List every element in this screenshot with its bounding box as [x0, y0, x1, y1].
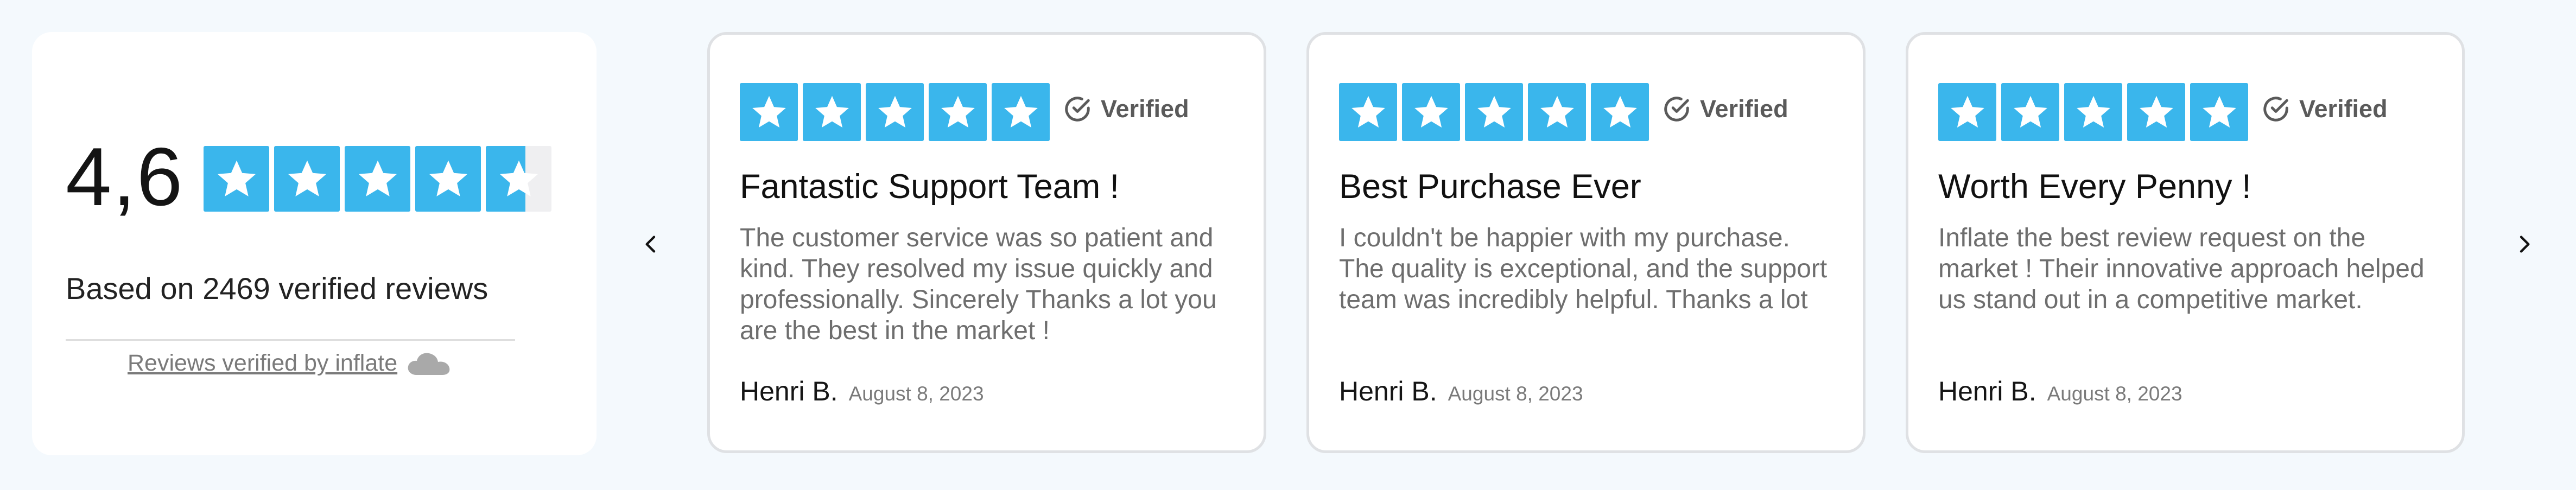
previous-button[interactable] — [635, 228, 668, 260]
verified-label: Verified — [2299, 95, 2388, 123]
star-icon — [204, 146, 269, 212]
star-icon — [1528, 83, 1586, 141]
star-icon — [2001, 83, 2059, 141]
review-author: Henri B. August 8, 2023 — [1938, 376, 2182, 407]
partial-star-icon — [486, 146, 551, 212]
verified-by[interactable]: Reviews verified by inflate — [128, 350, 452, 377]
review-date: August 8, 2023 — [1448, 383, 1583, 405]
review-date: August 8, 2023 — [2047, 383, 2182, 405]
average-score-value: 4,6 — [66, 131, 184, 223]
review-count-text: Based on 2469 verified reviews — [66, 271, 488, 306]
review-date: August 8, 2023 — [848, 383, 984, 405]
verified-by-link[interactable]: Reviews verified by inflate — [128, 350, 397, 377]
divider — [66, 339, 515, 341]
star-icon — [274, 146, 340, 212]
star-icon — [740, 83, 798, 141]
verified-badge: Verified — [1063, 94, 1189, 124]
star-icon — [2127, 83, 2185, 141]
chevron-right-icon — [2520, 236, 2530, 253]
review-stars — [1339, 83, 1649, 141]
star-icon — [992, 83, 1050, 141]
author-name: Henri B. — [1938, 376, 2036, 406]
star-icon — [2064, 83, 2122, 141]
check-circle-icon — [1664, 97, 1689, 122]
review-stars — [1938, 83, 2248, 141]
star-icon — [1402, 83, 1460, 141]
star-icon — [1938, 83, 1996, 141]
star-icon — [929, 83, 987, 141]
cloud-icon — [408, 353, 450, 375]
check-circle-icon — [1065, 97, 1090, 122]
verified-badge: Verified — [2261, 94, 2388, 124]
review-body: The customer service was so patient and … — [740, 224, 1217, 345]
star-icon — [2190, 83, 2248, 141]
review-card: Verified Worth Every Penny ! Inflate the… — [1906, 32, 2465, 453]
verified-label: Verified — [1700, 95, 1788, 123]
star-icon — [415, 146, 481, 212]
check-circle-icon — [2263, 97, 2288, 122]
average-rating-stars — [204, 146, 551, 212]
review-title: Best Purchase Ever — [1339, 168, 1641, 206]
review-title: Fantastic Support Team ! — [740, 168, 1120, 206]
star-icon — [866, 83, 924, 141]
review-stars — [740, 83, 1050, 141]
review-body: Inflate the best review request on the m… — [1938, 224, 2425, 314]
star-icon — [1339, 83, 1397, 141]
chevron-left-icon — [645, 236, 656, 253]
star-icon — [1465, 83, 1523, 141]
review-body: I couldn't be happier with my purchase. … — [1339, 224, 1828, 314]
author-name: Henri B. — [1339, 376, 1437, 406]
verified-label: Verified — [1101, 95, 1189, 123]
star-icon — [345, 146, 410, 212]
next-button[interactable] — [2508, 228, 2540, 260]
review-title: Worth Every Penny ! — [1938, 168, 2251, 206]
review-card: Verified Best Purchase Ever I couldn't b… — [1306, 32, 1866, 453]
star-icon — [803, 83, 861, 141]
review-author: Henri B. August 8, 2023 — [740, 376, 984, 407]
author-name: Henri B. — [740, 376, 838, 406]
review-author: Henri B. August 8, 2023 — [1339, 376, 1583, 407]
star-icon — [1591, 83, 1649, 141]
verified-badge: Verified — [1662, 94, 1788, 124]
rating-summary-card: 4,6 Based on 2469 verified reviews Revie… — [32, 32, 597, 455]
review-card: Verified Fantastic Support Team ! The cu… — [707, 32, 1266, 453]
average-score: 4,6 — [66, 136, 183, 218]
